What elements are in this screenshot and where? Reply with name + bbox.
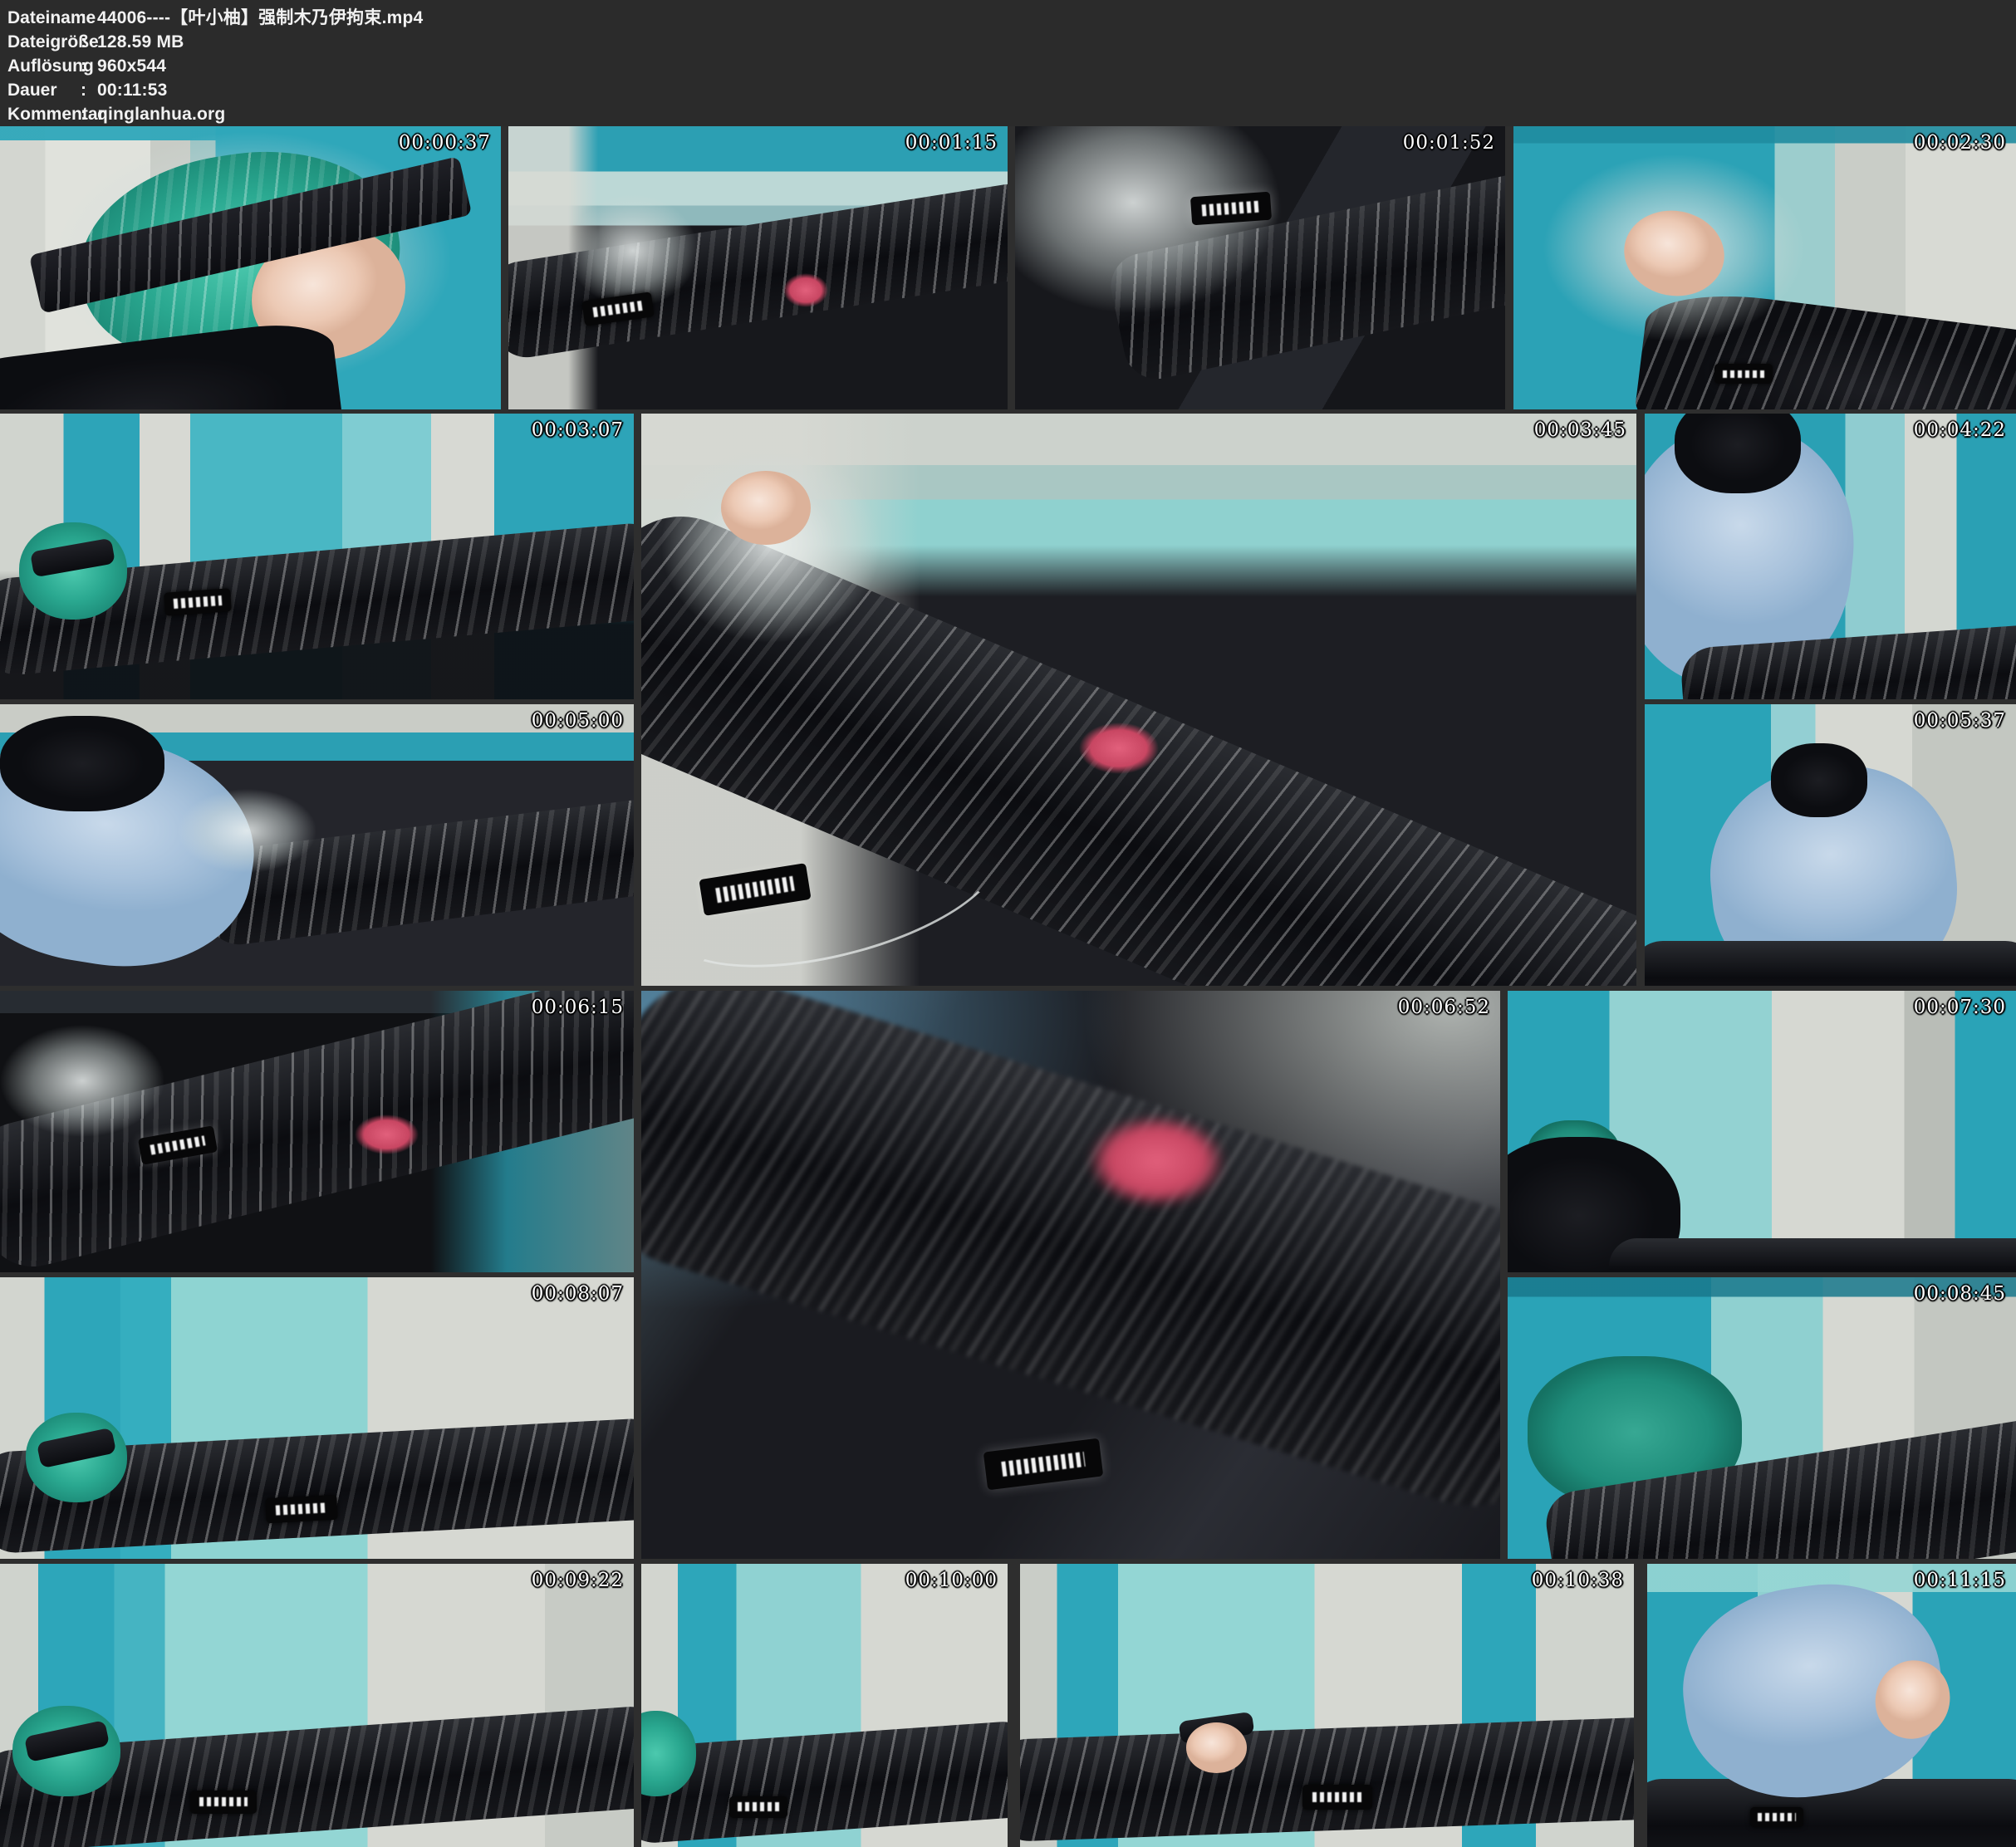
scene-timer-phone [729, 1796, 787, 1818]
timestamp-overlay: 00:08:07 [532, 1283, 624, 1305]
video-thumbnail-10: 00:06:15 [0, 991, 634, 1272]
meta-value-duration: 00:11:53 [97, 81, 168, 100]
scene-shape [0, 716, 164, 811]
timestamp-overlay: 00:10:38 [1532, 1570, 1624, 1591]
scene-timer-phone [1190, 192, 1272, 226]
video-thumbnail-8: 00:05:00 [0, 704, 634, 986]
meta-row-filename: Dateiname:44006----【叶小柚】强制木乃伊拘束.mp4 [7, 6, 2016, 30]
timestamp-overlay: 00:02:30 [1914, 132, 2006, 154]
scene-shape [1609, 1238, 2016, 1272]
meta-value-comment: qinglanhua.org [97, 105, 225, 124]
video-contact-sheet: Dateiname:44006----【叶小柚】强制木乃伊拘束.mp4 Date… [0, 0, 2016, 1847]
video-thumbnail-15: 00:09:22 [0, 1564, 634, 1847]
timestamp-overlay: 00:11:15 [1914, 1570, 2006, 1591]
meta-value-filesize: 128.59 MB [97, 32, 184, 51]
meta-row-resolution: Auflösung:960x544 [7, 54, 2016, 78]
video-thumbnail-11: 00:06:52 [641, 991, 1500, 1559]
meta-label: Kommentar [7, 102, 81, 126]
timestamp-overlay: 00:00:37 [399, 132, 491, 154]
video-thumbnail-12: 00:07:30 [1508, 991, 2016, 1272]
meta-separator: : [81, 102, 97, 126]
scene-shape [641, 1719, 1008, 1845]
scene-timer-phone [164, 589, 232, 617]
scene-shape [1186, 1722, 1248, 1773]
video-thumbnail-6: 00:03:45 [641, 414, 1636, 986]
timestamp-overlay: 00:05:37 [1914, 710, 2006, 732]
meta-row-comment: Kommentar:qinglanhua.org [7, 102, 2016, 126]
meta-value-resolution: 960x544 [97, 56, 166, 76]
video-thumbnail-5: 00:03:07 [0, 414, 634, 699]
meta-label: Dateigröße [7, 30, 81, 54]
video-thumbnail-2: 00:01:15 [508, 126, 1008, 409]
meta-label: Dateiname [7, 6, 81, 30]
scene-shape [721, 471, 811, 546]
timestamp-overlay: 00:08:45 [1914, 1283, 2006, 1305]
timestamp-overlay: 00:10:00 [905, 1570, 998, 1591]
scene-shape [178, 789, 317, 874]
scene-shape [1020, 1717, 1634, 1842]
video-thumbnail-17: 00:10:38 [1020, 1564, 1634, 1847]
timestamp-overlay: 00:01:15 [905, 132, 998, 154]
timestamp-overlay: 00:07:30 [1914, 997, 2006, 1018]
meta-row-filesize: Dateigröße:128.59 MB [7, 30, 2016, 54]
video-thumbnail-1: 00:00:37 [0, 126, 501, 409]
timestamp-overlay: 00:01:52 [1403, 132, 1495, 154]
scene-shape [355, 1115, 418, 1154]
scene-shape [568, 194, 698, 307]
timestamp-overlay: 00:04:22 [1914, 419, 2006, 441]
scene-shape [1771, 743, 1867, 816]
meta-value-filename: 44006----【叶小柚】强制木乃伊拘束.mp4 [97, 8, 423, 27]
timestamp-overlay: 00:06:52 [1398, 997, 1490, 1018]
video-thumbnail-18: 00:11:15 [1647, 1564, 2016, 1847]
video-thumbnail-7: 00:04:22 [1645, 414, 2016, 699]
scene-timer-phone [1714, 364, 1773, 384]
scene-shape [1675, 414, 1801, 493]
timestamp-overlay: 00:03:07 [532, 419, 624, 441]
scene-timer-phone [266, 1495, 338, 1523]
scene-shape [1645, 941, 2016, 986]
timestamp-overlay: 00:09:22 [532, 1570, 624, 1591]
scene-shape [1088, 1115, 1225, 1206]
scene-timer-phone [1302, 1785, 1372, 1810]
meta-separator: : [81, 54, 97, 78]
video-thumbnail-16: 00:10:00 [641, 1564, 1008, 1847]
video-thumbnail-9: 00:05:37 [1645, 704, 2016, 986]
timestamp-overlay: 00:06:15 [532, 997, 624, 1018]
meta-separator: : [81, 78, 97, 102]
timestamp-overlay: 00:03:45 [1534, 419, 1626, 441]
meta-row-duration: Dauer:00:11:53 [7, 78, 2016, 102]
scene-timer-phone [190, 1791, 257, 1814]
video-thumbnail-4: 00:02:30 [1513, 126, 2016, 409]
scene-timer-phone [1750, 1807, 1803, 1827]
video-thumbnail-13: 00:08:07 [0, 1277, 634, 1559]
meta-label: Dauer [7, 78, 81, 102]
meta-separator: : [81, 6, 97, 30]
video-thumbnail-3: 00:01:52 [1015, 126, 1505, 409]
scene-shape [783, 273, 828, 307]
video-thumbnail-14: 00:08:45 [1508, 1277, 2016, 1559]
meta-separator: : [81, 30, 97, 54]
meta-label: Auflösung [7, 54, 81, 78]
scene-shape [0, 1025, 164, 1138]
scene-timer-phone [983, 1438, 1103, 1491]
file-metadata-header: Dateiname:44006----【叶小柚】强制木乃伊拘束.mp4 Date… [0, 0, 2016, 126]
timestamp-overlay: 00:05:00 [532, 710, 624, 732]
scene-shape [1079, 723, 1159, 774]
